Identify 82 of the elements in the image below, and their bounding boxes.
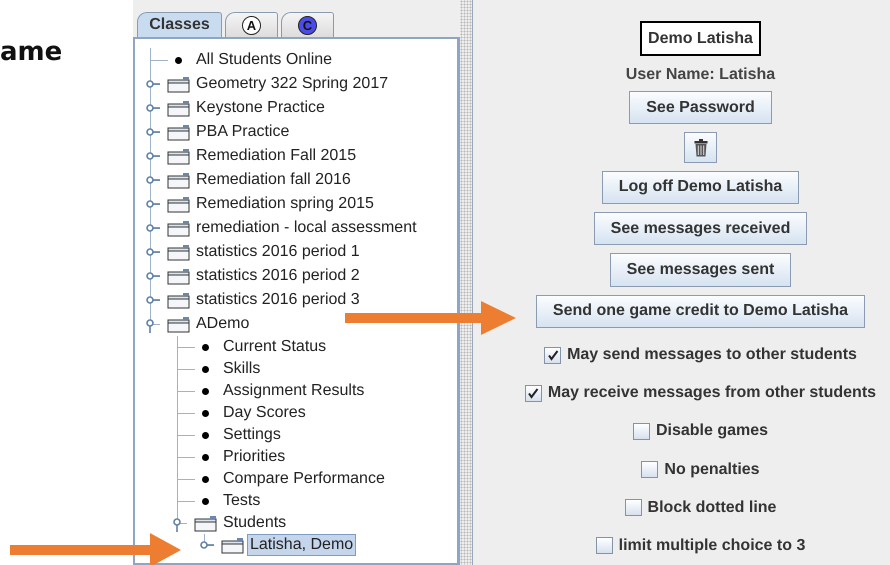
action-button[interactable]: Send one game credit to Demo Latisha (536, 294, 866, 328)
splitter-handle[interactable] (460, 0, 473, 565)
tree-item[interactable]: PBA Practice (193, 121, 292, 143)
page-heading: ame (0, 36, 64, 69)
checkbox[interactable] (624, 499, 642, 516)
tree-item[interactable]: Remediation Fall 2015 (193, 145, 360, 167)
tree-item[interactable]: Remediation spring 2015 (193, 193, 377, 215)
collapse-handle-icon[interactable] (146, 319, 156, 333)
action-button[interactable]: See messages received (594, 212, 808, 246)
checkbox[interactable] (596, 537, 613, 554)
bullet-icon (175, 56, 182, 64)
tree-item[interactable]: statistics 2016 period 2 (193, 265, 363, 287)
checkbox[interactable] (632, 422, 650, 440)
tree-item[interactable]: statistics 2016 period 1 (193, 241, 363, 263)
expand-handle-icon[interactable] (200, 540, 214, 550)
checkbox[interactable] (524, 384, 542, 402)
expand-handle-icon[interactable] (146, 79, 160, 89)
tree-item[interactable]: Geometry 322 Spring 2017 (193, 73, 392, 95)
bullet-icon (202, 410, 209, 416)
tree-item[interactable]: Compare Performance (220, 468, 388, 490)
tree-item[interactable]: statistics 2016 period 3 (193, 289, 363, 311)
expand-handle-icon[interactable] (146, 295, 160, 305)
tree-item[interactable]: Day Scores (220, 402, 309, 424)
tree-item[interactable]: Assignment Results (220, 380, 368, 402)
folder-icon (167, 172, 190, 188)
tree-item[interactable]: Keystone Practice (193, 97, 328, 119)
expand-handle-icon[interactable] (146, 127, 160, 137)
user-name-label: User Name: Latisha (626, 66, 776, 84)
folder-icon (167, 100, 190, 116)
expand-handle-icon[interactable] (146, 247, 160, 257)
tree-item[interactable]: All Students Online (193, 49, 336, 71)
bullet-icon (202, 498, 209, 504)
tree-item[interactable]: Remediation fall 2016 (193, 169, 354, 191)
folder-icon (167, 76, 190, 92)
tree-item[interactable]: Current Status (220, 336, 330, 358)
trash-icon (694, 138, 708, 156)
checkbox-label: May receive messages from other students (548, 384, 876, 402)
action-button[interactable]: Log off Demo Latisha (602, 170, 800, 204)
expand-handle-icon[interactable] (146, 271, 160, 281)
folder-icon (194, 514, 217, 532)
folder-icon (167, 148, 190, 164)
expand-handle-icon[interactable] (146, 103, 160, 113)
checkbox[interactable] (641, 461, 658, 478)
action-button[interactable]: See messages sent (610, 253, 792, 287)
expand-handle-icon[interactable] (146, 199, 160, 209)
folder-icon (167, 268, 190, 284)
checkbox-label: Block dotted line (648, 498, 776, 517)
tree-item[interactable]: remediation - local assessment (193, 217, 420, 239)
bullet-icon (202, 366, 209, 372)
tab[interactable]: A (225, 12, 278, 37)
bullet-icon (202, 476, 209, 482)
collapse-handle-icon[interactable] (173, 518, 183, 532)
checkbox-label: No penalties (664, 460, 760, 479)
tree-item[interactable]: Skills (220, 358, 264, 380)
folder-icon (221, 536, 244, 554)
folder-icon (167, 244, 190, 260)
bullet-icon (202, 388, 209, 394)
folder-icon (167, 316, 190, 332)
bullet-icon (202, 454, 209, 460)
checkbox-label: Disable games (656, 422, 768, 440)
delete-button[interactable] (684, 132, 717, 163)
folder-icon (167, 196, 190, 212)
expand-handle-icon[interactable] (146, 223, 160, 233)
tree-item[interactable]: Latisha, Demo (247, 534, 356, 556)
checkbox-label: limit multiple choice to 3 (618, 536, 806, 555)
tree-item[interactable]: Settings (220, 424, 284, 446)
bullet-icon (202, 432, 209, 438)
checkbox-label: May send messages to other students (567, 346, 857, 364)
tree-item[interactable]: Tests (220, 490, 264, 512)
expand-handle-icon[interactable] (146, 151, 160, 161)
student-name-box: Demo Latisha (640, 21, 761, 56)
bullet-icon (202, 344, 209, 350)
expand-handle-icon[interactable] (146, 175, 160, 185)
checkbox[interactable] (544, 346, 562, 364)
tree-item[interactable]: Students (220, 512, 290, 534)
folder-icon (167, 292, 190, 308)
classes-tab[interactable]: Classes (137, 12, 222, 37)
action-button[interactable]: See Password (629, 91, 772, 124)
folder-icon (167, 124, 190, 140)
tree-item[interactable]: ADemo (193, 313, 252, 335)
folder-icon (167, 220, 190, 236)
tree-item[interactable]: Priorities (220, 446, 288, 468)
